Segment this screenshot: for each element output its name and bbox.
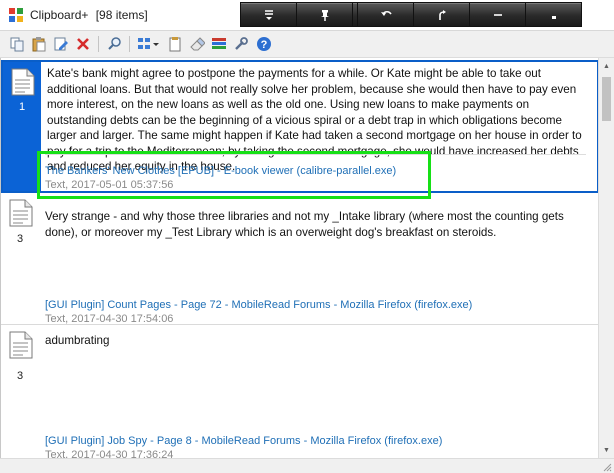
copy-icon xyxy=(10,37,24,52)
resize-grip-icon[interactable] xyxy=(601,461,612,472)
toolbar-separator xyxy=(98,36,99,52)
copy-button[interactable] xyxy=(8,35,26,53)
list-button[interactable] xyxy=(210,35,228,53)
undo-icon xyxy=(380,10,392,16)
toolbar-separator xyxy=(129,36,130,52)
eraser-button[interactable] xyxy=(188,35,206,53)
eraser-icon xyxy=(190,37,205,51)
list-item[interactable]: 3 adumbrating [GUI Plugin] Job Spy - Pag… xyxy=(1,325,598,458)
scroll-up-arrow[interactable]: ▲ xyxy=(599,58,614,74)
search-icon xyxy=(108,37,121,50)
minimize-icon xyxy=(493,13,502,16)
status-bar xyxy=(0,458,614,473)
app-name: Clipboard+ xyxy=(30,8,89,22)
fork-button[interactable] xyxy=(413,2,470,27)
item-number: 3 xyxy=(16,370,24,382)
fork-icon xyxy=(438,9,446,20)
tools-button[interactable] xyxy=(232,35,250,53)
item-gutter: 3 xyxy=(1,193,39,324)
list-item[interactable]: 3 Very strange - and why those three lib… xyxy=(1,193,598,325)
list-icon xyxy=(212,38,226,49)
view-options-icon xyxy=(138,38,159,49)
clip-text: Very strange - and why those three libra… xyxy=(45,210,564,239)
delete-icon xyxy=(77,38,89,50)
minimize-button[interactable] xyxy=(469,2,526,27)
help-icon: ? xyxy=(257,37,271,51)
clip-meta: Text, 2017-04-30 17:54:06 xyxy=(45,313,174,325)
text-document-icon xyxy=(9,199,33,227)
toolbar: ? xyxy=(0,31,614,58)
item-count: [98 items] xyxy=(95,8,148,22)
paste-icon xyxy=(32,37,46,52)
clip-source-link[interactable]: [GUI Plugin] Job Spy - Page 8 - MobileRe… xyxy=(45,435,442,447)
pin-icon xyxy=(320,9,329,21)
item-gutter: 3 xyxy=(1,325,39,458)
pin-button[interactable] xyxy=(296,2,353,27)
close-icon xyxy=(551,15,556,19)
clip-source-link[interactable]: [GUI Plugin] Count Pages - Page 72 - Mob… xyxy=(45,299,472,311)
item-gutter: 1 xyxy=(3,62,41,191)
close-button[interactable] xyxy=(525,2,582,27)
help-button[interactable]: ? xyxy=(255,35,273,53)
paste-button[interactable] xyxy=(30,35,48,53)
undo-button[interactable] xyxy=(357,2,414,27)
scroll-down-arrow[interactable]: ▼ xyxy=(599,442,614,458)
text-document-icon xyxy=(9,331,33,359)
new-clip-icon xyxy=(169,37,181,52)
app-icon xyxy=(9,8,23,22)
view-options-button[interactable] xyxy=(136,35,160,53)
new-clip-button[interactable] xyxy=(166,35,184,53)
scroll-thumb[interactable] xyxy=(602,77,611,121)
search-button[interactable] xyxy=(106,35,124,53)
vertical-scrollbar[interactable]: ▲ ▼ xyxy=(598,58,614,458)
clip-list[interactable]: 1 Kate's bank might agree to postpone th… xyxy=(0,58,598,458)
item-number: 3 xyxy=(16,233,24,245)
clip-text: adumbrating xyxy=(45,334,110,347)
tools-icon xyxy=(235,37,248,50)
item-number: 1 xyxy=(18,101,26,113)
clip-meta: Text, 2017-04-30 17:36:24 xyxy=(45,449,174,458)
menu-dropdown-icon xyxy=(264,9,273,20)
text-document-icon xyxy=(11,68,35,96)
edit-icon xyxy=(54,37,68,51)
title-bar: Clipboard+ [98 items] xyxy=(0,0,614,31)
delete-button[interactable] xyxy=(74,35,92,53)
svg-text:?: ? xyxy=(261,39,268,51)
window-title: Clipboard+ [98 items] xyxy=(30,8,148,22)
highlight-box xyxy=(37,151,431,199)
menu-dropdown-button[interactable] xyxy=(240,2,297,27)
edit-button[interactable] xyxy=(52,35,70,53)
